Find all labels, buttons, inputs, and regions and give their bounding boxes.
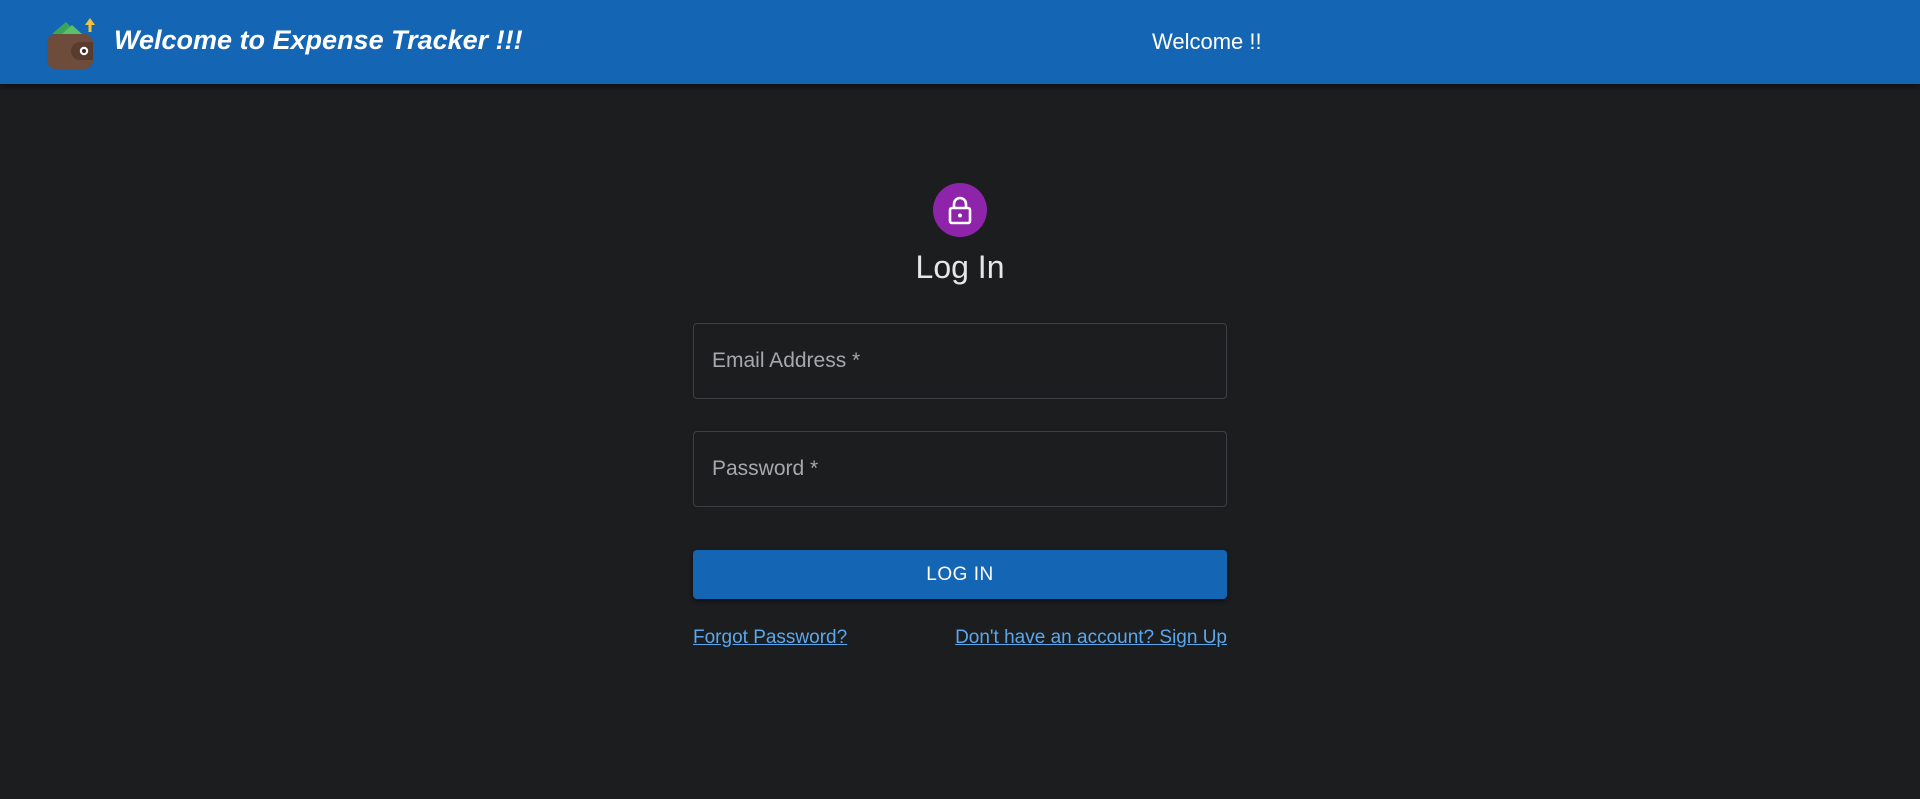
email-input[interactable]: [694, 324, 1226, 398]
password-field[interactable]: Password *: [693, 431, 1227, 507]
lock-avatar: [933, 183, 987, 237]
lock-icon: [948, 196, 972, 225]
login-button[interactable]: LOG IN: [693, 550, 1227, 599]
wallet-icon: [47, 18, 95, 69]
app-title: Welcome to Expense Tracker !!!: [114, 25, 523, 55]
signup-link[interactable]: Don't have an account? Sign Up: [955, 627, 1227, 649]
welcome-text: Welcome !!: [1152, 29, 1262, 54]
email-field[interactable]: Email Address *: [693, 323, 1227, 399]
password-input[interactable]: [694, 432, 1226, 506]
login-heading: Log In: [915, 249, 1005, 285]
forgot-password-link[interactable]: Forgot Password?: [693, 627, 847, 649]
app-bar: Welcome to Expense Tracker !!! Welcome !…: [0, 0, 1920, 84]
